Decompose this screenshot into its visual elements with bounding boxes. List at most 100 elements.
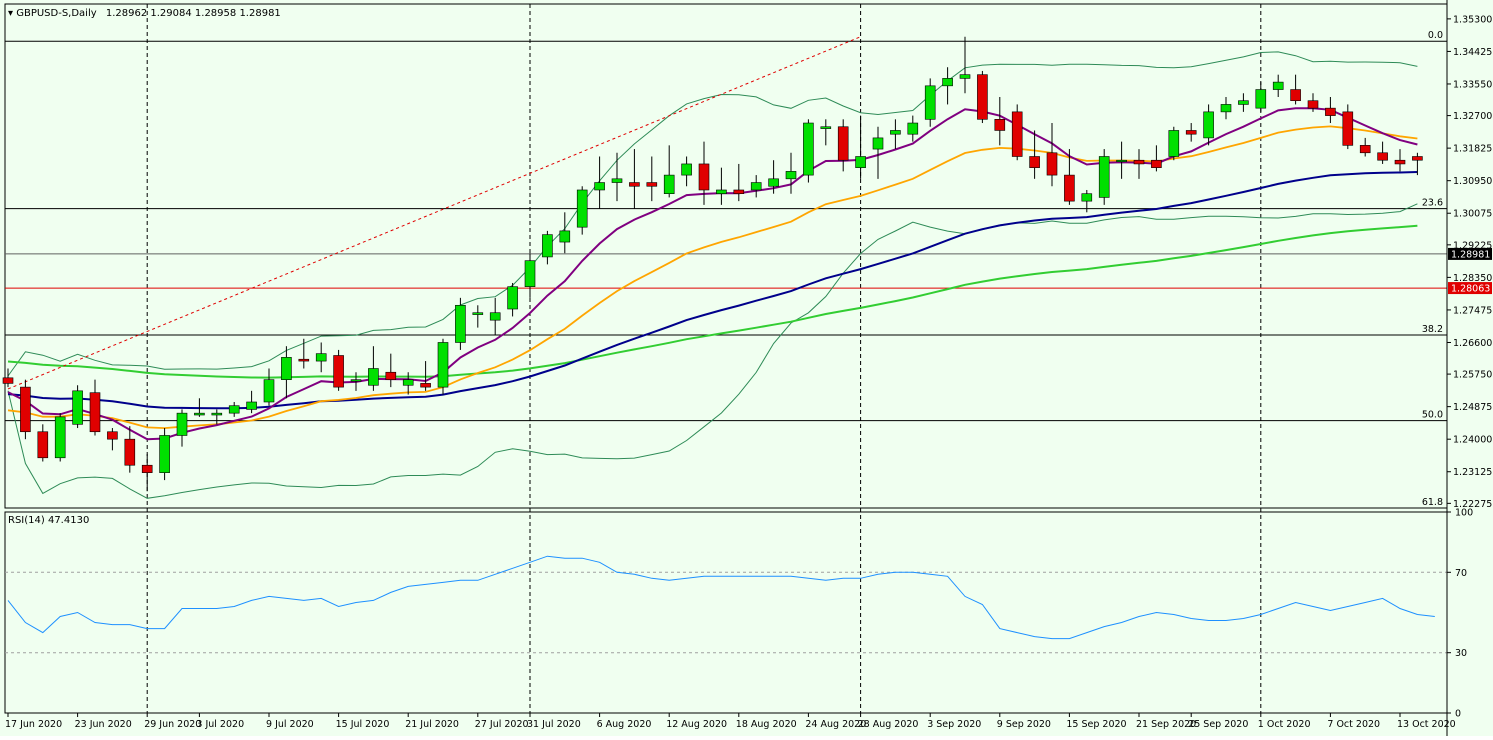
candle-body (1203, 111, 1214, 139)
candle[interactable] (924, 78, 936, 127)
candle[interactable] (455, 297, 466, 350)
candle-body (594, 182, 605, 191)
candle-body (263, 379, 275, 403)
symbol-title: ▾ GBPUSD-S,Daily 1.28962 1.29084 1.28958… (8, 8, 281, 19)
candle[interactable] (1168, 126, 1180, 161)
candle-body (124, 438, 136, 466)
candle-body (942, 78, 953, 87)
price-tick-label: 1.31825 (1453, 144, 1492, 155)
candle[interactable] (159, 428, 170, 481)
fib-level-label: 0.0 (1428, 30, 1443, 41)
candle[interactable] (54, 413, 66, 462)
candle[interactable] (1098, 149, 1110, 205)
price-tick-label: 1.30950 (1453, 176, 1492, 187)
candle-body (733, 189, 745, 194)
chart-canvas[interactable]: 0.023.638.250.061.8 10070300 1.353001.34… (0, 0, 1493, 736)
candle-body (663, 174, 675, 194)
time-tick-label: 6 Aug 2020 (597, 719, 652, 730)
fib-level-label: 23.6 (1422, 198, 1443, 209)
current-price-label: 1.28981 (1451, 249, 1490, 260)
candle-body (54, 416, 66, 459)
candle-body (1412, 156, 1423, 161)
candle-body (1359, 145, 1371, 154)
candle-body (1307, 100, 1319, 109)
candle-body (489, 312, 501, 321)
candle-body (420, 383, 431, 388)
price-tick-label: 1.25750 (1453, 370, 1492, 381)
candle-body (977, 74, 988, 120)
fib-level-label: 50.0 (1422, 410, 1443, 421)
time-tick-label: 13 Oct 2020 (1397, 719, 1456, 730)
candle-body (107, 431, 118, 440)
candle-body (890, 130, 901, 135)
candle-body (698, 163, 710, 191)
candle[interactable] (977, 70, 988, 124)
candle-body (368, 368, 379, 386)
candle[interactable] (576, 186, 588, 235)
fib-level-label: 38.2 (1422, 324, 1443, 335)
candle-body (768, 178, 779, 187)
ohlc-readout: 1.28962 1.29084 1.28958 1.28981 (106, 8, 281, 19)
collapse-triangle-icon: ▾ (8, 8, 16, 19)
time-tick-label: 9 Sep 2020 (997, 719, 1051, 730)
candle-body (37, 431, 49, 459)
candle-body (176, 412, 188, 436)
candle-body (385, 371, 397, 380)
candle[interactable] (72, 385, 83, 429)
candle-body (437, 342, 449, 388)
candle-body (1081, 193, 1093, 202)
time-tick-label: 9 Jul 2020 (266, 719, 314, 730)
candle-body (228, 405, 240, 414)
candle-body (681, 163, 692, 176)
chart-background (0, 0, 1493, 736)
candle-body (1029, 156, 1040, 168)
price-tick-label: 1.34425 (1453, 47, 1492, 58)
candle-body (820, 126, 832, 129)
candle-body (72, 390, 83, 425)
candle-body (402, 379, 414, 386)
time-tick-label: 23 Jun 2020 (75, 719, 132, 730)
price-tick-label: 1.32700 (1453, 111, 1492, 122)
candle-body (159, 435, 170, 473)
price-tick-label: 1.24875 (1453, 402, 1492, 413)
price-tick-label: 1.24000 (1453, 435, 1492, 446)
candle-body (542, 234, 553, 258)
candle-body (281, 357, 292, 380)
time-tick-label: 31 Jul 2020 (527, 719, 581, 730)
candle-body (785, 171, 797, 180)
candle[interactable] (333, 349, 344, 391)
time-tick-label: 18 Aug 2020 (736, 719, 797, 730)
candle-body (524, 260, 536, 287)
candle-body (1098, 156, 1110, 198)
time-tick-label: 28 Aug 2020 (858, 719, 919, 730)
candle-body (629, 182, 640, 187)
candle-body (89, 392, 101, 433)
rsi-label: RSI(14) 47.4130 (8, 515, 89, 526)
candle-body (1325, 107, 1336, 116)
price-tick-label: 1.22275 (1453, 499, 1492, 510)
candle-body (803, 122, 814, 176)
candle[interactable] (1011, 104, 1023, 161)
candle-body (141, 464, 153, 473)
candle-body (1185, 130, 1197, 135)
candle[interactable] (437, 338, 449, 395)
candle-body (194, 412, 205, 416)
candle-body (1116, 159, 1127, 163)
candle[interactable] (20, 379, 31, 440)
candle-body (1133, 159, 1145, 165)
candle-body (1064, 174, 1075, 202)
candle[interactable] (803, 119, 814, 183)
candle-body (507, 286, 518, 310)
candle-body (1290, 89, 1301, 102)
fib-level-label: 61.8 (1422, 497, 1443, 508)
candle-body (716, 189, 727, 194)
candle-body (1151, 159, 1162, 168)
candle-body (1394, 159, 1406, 165)
time-tick-label: 15 Sep 2020 (1066, 719, 1126, 730)
price-tick-label: 1.33550 (1453, 79, 1492, 90)
time-tick-label: 15 Jul 2020 (336, 719, 390, 730)
candle-body (959, 74, 971, 79)
time-tick-label: 7 Oct 2020 (1327, 719, 1380, 730)
candle-body (1238, 100, 1249, 105)
candle-body (455, 304, 466, 343)
